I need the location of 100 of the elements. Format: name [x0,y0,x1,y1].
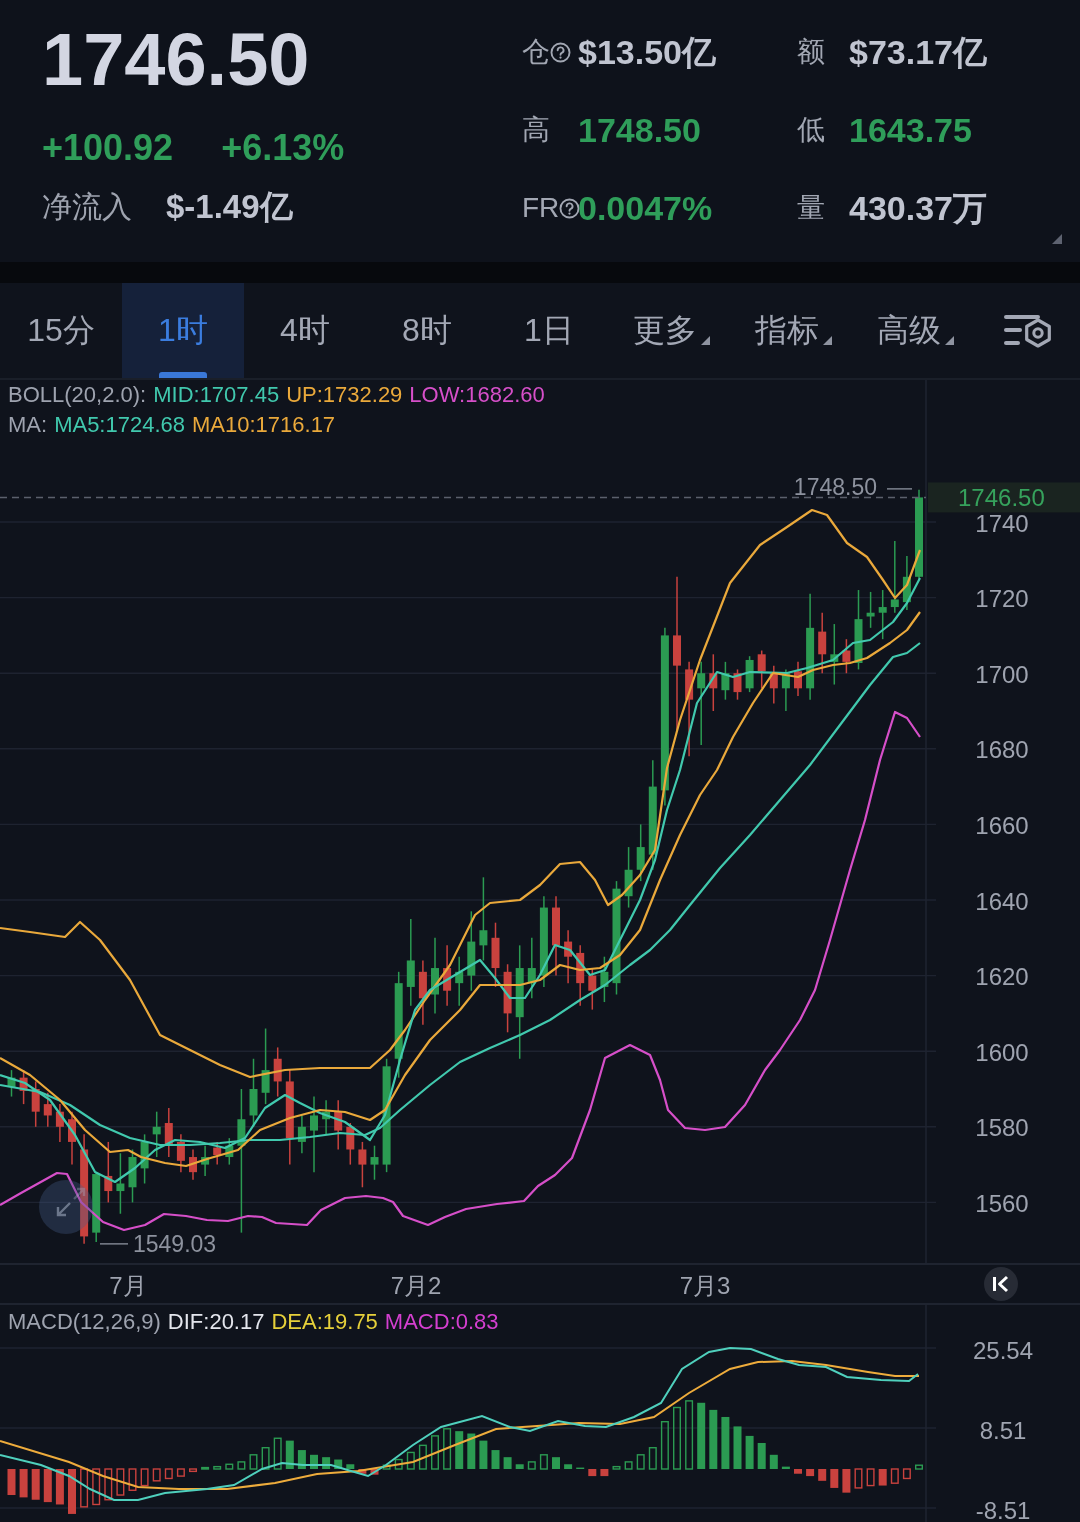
histogram-bar [479,1440,488,1469]
leader-line [886,488,913,490]
histogram-bar [116,1468,125,1496]
low-price-marker: 1549.03 [133,1230,217,1257]
stat-label: 低 [797,113,825,147]
histogram-bar [721,1416,730,1469]
histogram-bar [854,1468,863,1489]
histogram-bar [261,1447,270,1470]
stat-value: 430.37万 [849,188,987,228]
histogram-bar [552,1457,560,1469]
chart-tab[interactable]: 4时 [244,283,366,378]
help-icon[interactable] [550,41,571,63]
histogram-bar [455,1431,464,1469]
indicator-label: MACD(12,26,9) [8,1308,161,1336]
indicator-value: DEA:19.75 [271,1308,378,1336]
indicator-value: DIF:20.17 [167,1308,265,1336]
histogram-bar [297,1450,306,1469]
last-price: 1746.50 [42,23,310,97]
stat-label: 高 [522,113,550,147]
indicator-value: MA10:1716.17 [192,411,336,439]
histogram-bar [310,1454,318,1469]
histogram-bar [128,1468,137,1491]
histogram-bar [68,1469,76,1514]
percent-change: +6.13% [221,130,345,166]
histogram-bar [152,1468,161,1482]
price-axis-label: 1580 [975,1114,1029,1142]
date-axis-label: 7月3 [679,1271,731,1299]
jump-to-latest-button[interactable] [984,1267,1018,1301]
chart-tab[interactable]: 1日 [488,283,610,378]
histogram-bar [443,1428,452,1470]
price-axis-label: 1660 [975,811,1029,839]
price-axis-label: 1720 [975,585,1029,613]
histogram-bar [878,1469,887,1486]
price-axis-label: 1560 [975,1189,1029,1217]
chart-tab[interactable]: 8时 [366,283,488,378]
stat-value: $13.50亿 [578,32,716,72]
chart-tab[interactable]: 指标 [732,283,854,378]
histogram-bar [503,1457,512,1469]
price-axis-label: 1600 [975,1038,1029,1066]
stat-value: $73.17亿 [849,32,987,72]
histogram-bar [745,1435,754,1469]
indicator-value: MID:1707.45 [153,381,280,409]
histogram-bar [866,1468,875,1487]
histogram-bar [539,1454,548,1470]
chart-tab[interactable]: 15分 [0,283,122,378]
histogram-bar [515,1464,524,1469]
stat-value: 1643.75 [849,110,972,150]
histogram-bar [273,1437,282,1470]
stat-label: 仓 [522,35,550,69]
histogram-bar [612,1465,621,1470]
chart-tab[interactable]: 1时 [122,283,244,378]
indicator-value: UP:1732.29 [286,381,403,409]
price-axis-label: 1700 [975,660,1029,688]
help-icon[interactable] [559,197,581,219]
net-inflow-label: 净流入 [42,189,132,225]
histogram-bar [213,1465,222,1470]
indicator-value: MA5:1724.68 [54,411,185,439]
macd-axis-label: -8.51 [975,1496,1031,1522]
histogram-bar [19,1469,28,1498]
histogram-bar [104,1468,113,1501]
chart-tab[interactable]: 更多 [610,283,732,378]
bar-chevron-icon [993,1275,1009,1293]
current-price-tag: 1746.50 [928,482,1080,513]
histogram-bar [842,1469,851,1493]
histogram-bar [394,1458,403,1470]
leader-line [99,1243,129,1245]
histogram-bar [431,1435,439,1470]
histogram-bar [176,1468,185,1477]
price-axis-label: 1640 [975,887,1029,915]
date-axis-label: 7月 [109,1271,147,1299]
histogram-bar [709,1409,718,1469]
histogram-bar [902,1468,911,1480]
histogram-bar [527,1461,536,1470]
histogram-bar [600,1469,609,1477]
indicator-value: MACD:0.83 [384,1308,499,1336]
histogram-bar [201,1466,210,1470]
histogram-bar [92,1468,101,1506]
histogram-bar [43,1469,52,1503]
settings-icon [1004,313,1052,348]
price-change: +100.92 [42,130,174,166]
histogram-bar [733,1426,742,1469]
histogram-bar [189,1468,197,1473]
chart-tab[interactable]: 高级 [854,283,976,378]
histogram-bar [636,1454,645,1470]
histogram-bar [890,1468,899,1484]
collapse-button[interactable] [39,1180,93,1234]
stat-label: 额 [797,35,825,69]
histogram-bar [249,1454,258,1470]
histogram-bar [491,1450,500,1469]
histogram-bar [237,1461,246,1470]
stat-value: 0.0047% [578,188,713,228]
histogram-bar [334,1459,343,1469]
histogram-bar [31,1469,40,1500]
histogram-bar [660,1421,669,1470]
histogram-bar [624,1461,633,1470]
date-axis-label: 7月2 [390,1271,442,1299]
histogram-bar [55,1469,64,1505]
histogram-bar [346,1464,355,1469]
histogram-bar [140,1468,149,1487]
histogram-bar [322,1457,331,1469]
